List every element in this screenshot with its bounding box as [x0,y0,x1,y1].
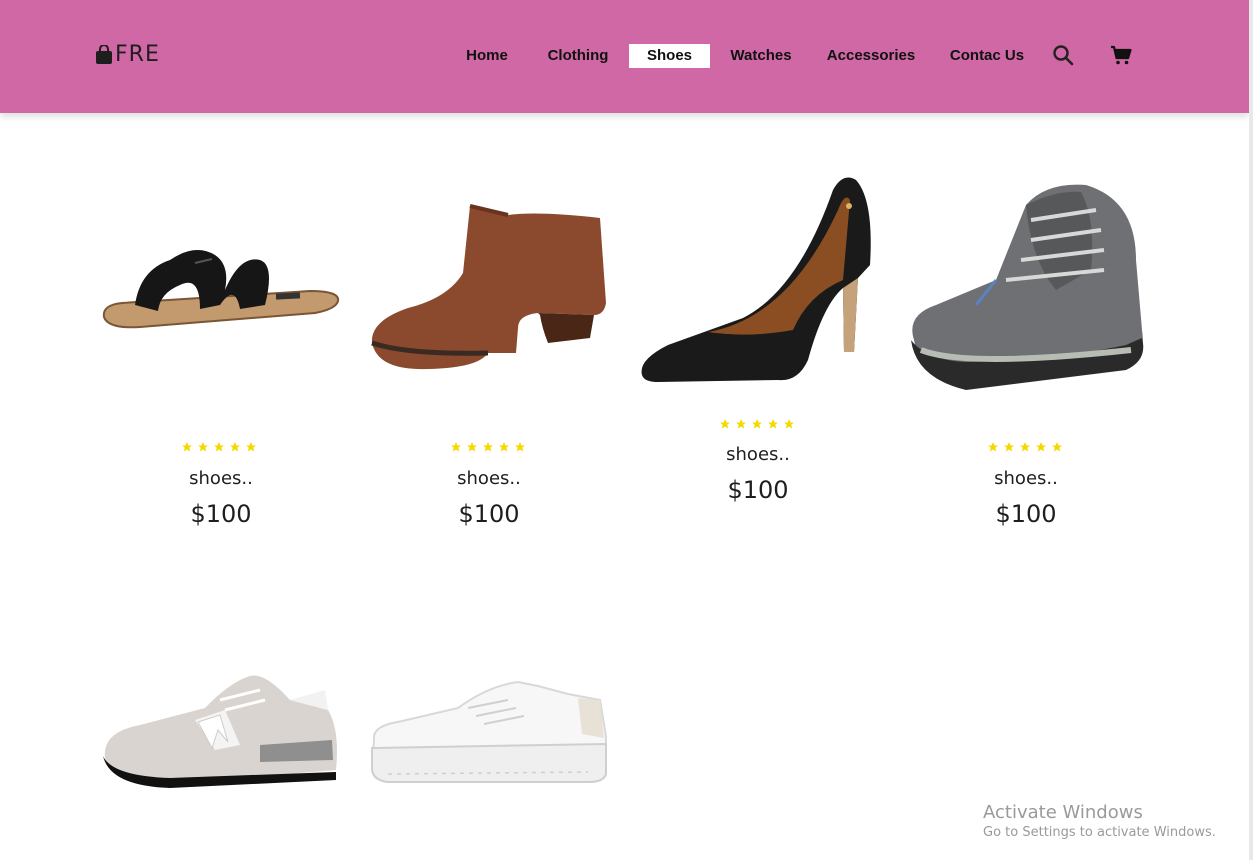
nav-accessories[interactable]: Accessories [820,44,922,68]
star-icon [752,419,762,429]
star-icon [198,442,208,452]
product-name[interactable]: shoes.. [638,444,878,465]
star-icon [451,442,461,452]
logo-text: FRE [115,42,160,67]
logo[interactable]: FRE [95,42,160,67]
star-icon [988,442,998,452]
rating-stars [181,441,257,453]
star-icon [499,442,509,452]
nav-watches[interactable]: Watches [722,44,800,68]
product-price: $100 [995,500,1057,528]
product-image-grey-hiking-boot[interactable] [906,180,1146,396]
product-price: $100 [458,500,520,528]
star-icon [515,442,525,452]
star-icon [214,442,224,452]
product-price: $100 [727,476,789,504]
star-icon [467,442,477,452]
product-image-brown-suede-ankle-boot[interactable] [368,203,610,373]
star-icon [182,442,192,452]
search-icon[interactable] [1052,44,1074,70]
star-icon [784,419,794,429]
rating-stars [987,441,1063,453]
nav-clothing[interactable]: Clothing [538,44,618,68]
product-image-white-platform-sneaker[interactable] [368,678,610,788]
activate-windows-watermark: Activate Windows Go to Settings to activ… [983,802,1216,840]
star-icon [246,442,256,452]
star-icon [1036,442,1046,452]
star-icon [736,419,746,429]
cart-icon[interactable] [1110,44,1132,70]
product-name[interactable]: shoes.. [101,468,341,489]
product-image-black-stiletto-pump[interactable] [638,170,878,385]
star-icon [720,419,730,429]
product-name[interactable]: shoes.. [369,468,609,489]
star-icon [230,442,240,452]
nav-shoes[interactable]: Shoes [629,44,710,68]
star-icon [483,442,493,452]
star-icon [1020,442,1030,452]
star-icon [1004,442,1014,452]
site-header: FRE Home Clothing Shoes Watches Accessor… [0,0,1249,113]
nav-contact[interactable]: Contac Us [942,44,1032,68]
rating-stars [450,441,526,453]
star-icon [1052,442,1062,452]
scrollbar-track[interactable] [1249,0,1253,860]
activate-windows-title: Activate Windows [983,802,1143,823]
activate-windows-subtitle: Go to Settings to activate Windows. [983,825,1216,840]
rating-stars [719,418,795,430]
product-image-black-slide-sandal[interactable] [100,235,342,335]
product-name[interactable]: shoes.. [906,468,1146,489]
product-image-grey-running-sneaker[interactable] [100,670,342,792]
product-price: $100 [190,500,252,528]
shopping-bag-icon [96,44,112,64]
star-icon [768,419,778,429]
nav-home[interactable]: Home [456,44,518,68]
